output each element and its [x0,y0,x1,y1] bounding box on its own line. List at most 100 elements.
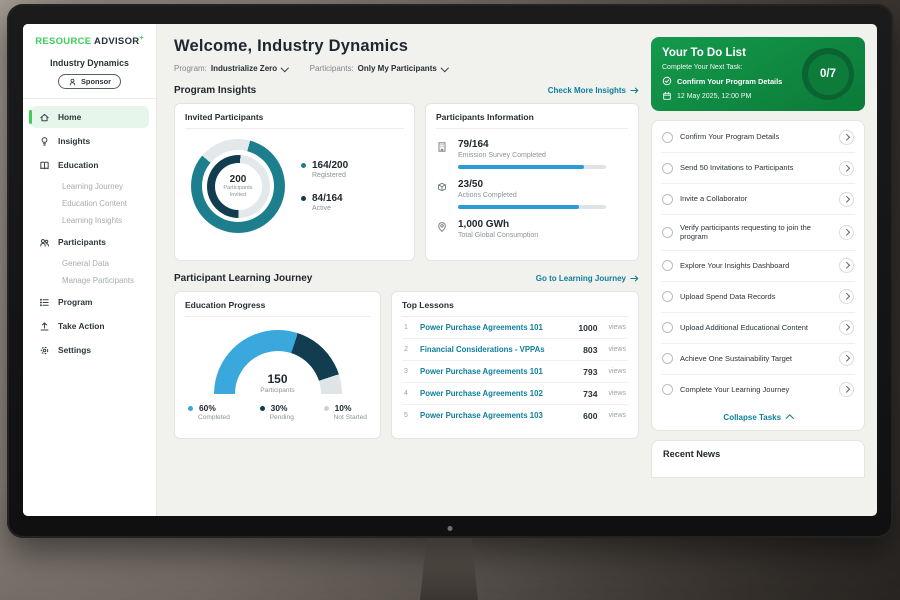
main-content: Welcome, Industry Dynamics Program: Indu… [157,24,651,516]
legend-dot-gray [324,406,329,411]
lesson-row: 4 Power Purchase Agreements 102 734 view… [402,383,628,405]
lesson-views-unit: views [608,324,626,331]
gauge-center-value: 150 [214,372,342,386]
task-open-button[interactable] [839,351,854,366]
task-open-button[interactable] [839,320,854,335]
sidebar-item-manage-participants[interactable]: Manage Participants [30,272,149,289]
sidebar-item-participants[interactable]: Participants [30,231,149,253]
task-checkbox[interactable] [662,227,673,238]
task-row-8[interactable]: Complete Your Learning Journey [661,375,855,405]
task-row-3[interactable]: Verify participants requesting to join t… [661,215,855,251]
task-row-2[interactable]: Invite a Collaborator [661,184,855,215]
sidebar-item-learning-journey[interactable]: Learning Journey [30,178,149,195]
todo-next-task[interactable]: Confirm Your Program Details [662,76,794,86]
lesson-rank: 4 [404,390,412,397]
program-filter[interactable]: Program: Industrialize Zero [174,64,288,73]
legend-item-completed: 60% Completed [188,403,230,421]
sidebar-item-learning-insights[interactable]: Learning Insights [30,212,149,229]
screen: RESOURCE ADVISOR+ Industry Dynamics Spon… [23,24,877,516]
task-row-7[interactable]: Achieve One Sustainability Target [661,344,855,375]
sidebar-item-home[interactable]: Home [30,106,149,128]
info-progress-1 [458,205,579,209]
task-checkbox[interactable] [662,163,673,174]
todo-due: 12 May 2025, 12:00 PM [662,91,794,101]
chevron-right-icon [843,229,849,235]
task-row-5[interactable]: Upload Spend Data Records [661,282,855,313]
sidebar-item-education[interactable]: Education [30,154,149,176]
task-checkbox[interactable] [662,291,673,302]
lesson-rank: 3 [404,368,412,375]
task-open-button[interactable] [839,382,854,397]
todo-summary-left: Your To Do List Complete Your Next Task:… [662,47,794,101]
lesson-link[interactable]: Power Purchase Agreements 102 [420,389,575,398]
info-body: 23/50 Actions Completed [458,179,606,209]
chevron-right-icon [843,196,849,202]
home-icon [39,111,51,123]
lesson-link[interactable]: Power Purchase Agreements 103 [420,411,575,420]
task-checkbox[interactable] [662,384,673,395]
sponsor-badge[interactable]: Sponsor [58,74,121,89]
lesson-views: 734 [583,389,597,399]
task-checkbox[interactable] [662,194,673,205]
legend-item-active: 84/164 Active [301,193,348,212]
task-label: Upload Spend Data Records [680,292,832,302]
sidebar-item-program[interactable]: Program [30,291,149,313]
task-row-0[interactable]: Confirm Your Program Details [661,122,855,153]
collapse-tasks-link[interactable]: Collapse Tasks [661,405,855,430]
task-open-button[interactable] [839,289,854,304]
lesson-link[interactable]: Financial Considerations - VPPAs [420,345,575,354]
check-more-insights-link[interactable]: Check More Insights [548,86,639,95]
participants-information-card: Participants Information 79/164 Emission… [425,103,639,261]
task-row-4[interactable]: Explore Your Insights Dashboard [661,251,855,282]
todo-progress-ring: 0/7 [802,48,854,100]
task-checkbox[interactable] [662,132,673,143]
insights-cards-row: Invited Participants 200 Participants In… [174,103,639,261]
task-open-button[interactable] [839,258,854,273]
invited-donut-gap: 200 Participants Invited [202,150,274,222]
logo-resource: RESOURCE [35,36,91,47]
task-checkbox[interactable] [662,353,673,364]
go-to-learning-journey-link[interactable]: Go to Learning Journey [536,274,639,283]
legend-label: Registered [312,172,348,179]
upload-icon [39,320,51,332]
sidebar-item-take-action[interactable]: Take Action [30,315,149,337]
app-logo: RESOURCE ADVISOR+ [23,35,156,47]
lesson-row: 1 Power Purchase Agreements 101 1000 vie… [402,317,628,339]
sidebar-item-settings[interactable]: Settings [30,339,149,361]
legend-label: Not Started [334,414,367,421]
lesson-link[interactable]: Power Purchase Agreements 101 [420,367,575,376]
task-row-6[interactable]: Upload Additional Educational Content [661,313,855,344]
invited-donut-ring-outer: 200 Participants Invited [191,139,285,233]
lesson-views: 803 [583,345,597,355]
lesson-rank: 1 [404,324,412,331]
chevron-right-icon [843,134,849,140]
sidebar-item-insights[interactable]: Insights [30,130,149,152]
card-title: Participants Information [436,112,628,129]
gauge-center-label: Participants [214,387,342,394]
task-open-button[interactable] [839,161,854,176]
sidebar-item-general-data[interactable]: General Data [30,255,149,272]
participants-filter[interactable]: Participants: Only My Participants [310,64,448,73]
chevron-right-icon [843,165,849,171]
legend-label: Pending [270,414,294,421]
map-pin-icon [436,219,449,239]
logo-advisor: ADVISOR [94,36,139,47]
info-label: Actions Completed [458,192,606,199]
todo-task-list: Confirm Your Program Details Send 50 Inv… [651,120,865,431]
task-checkbox[interactable] [662,322,673,333]
todo-summary-card: Your To Do List Complete Your Next Task:… [651,37,865,111]
sidebar-item-education-content[interactable]: Education Content [30,195,149,212]
lesson-views: 793 [583,367,597,377]
arrow-right-icon [630,86,639,95]
legend-dot-blue [188,406,193,411]
sidebar: RESOURCE ADVISOR+ Industry Dynamics Spon… [23,24,157,516]
task-row-1[interactable]: Send 50 Invitations to Participants [661,153,855,184]
task-open-button[interactable] [839,192,854,207]
task-open-button[interactable] [839,225,854,240]
todo-due-label: 12 May 2025, 12:00 PM [677,93,751,100]
task-checkbox[interactable] [662,260,673,271]
lesson-link[interactable]: Power Purchase Agreements 101 [420,323,570,332]
task-open-button[interactable] [839,130,854,145]
info-value: 23/50 [458,179,606,190]
card-title: Invited Participants [185,112,404,129]
